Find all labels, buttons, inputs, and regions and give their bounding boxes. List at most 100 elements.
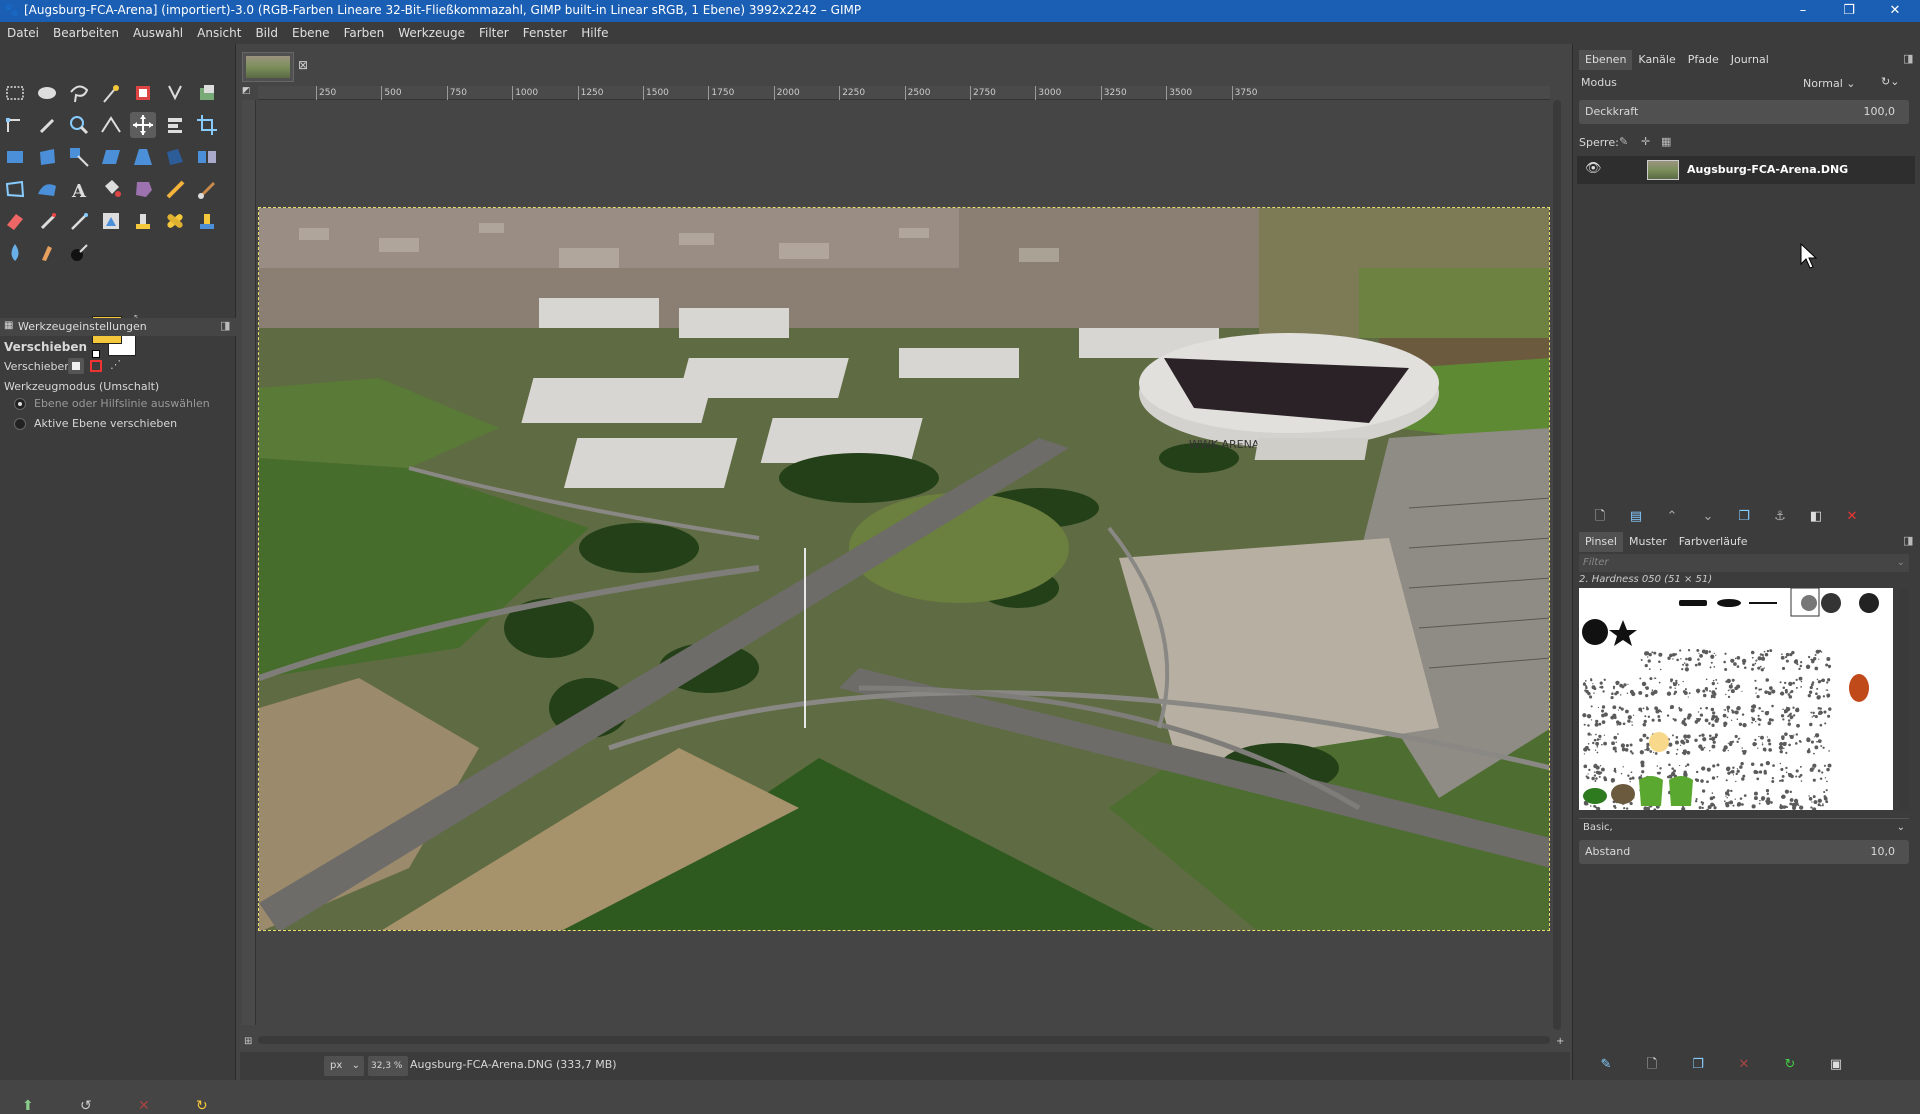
bucket-fill-icon[interactable] — [98, 176, 124, 202]
default-colors-icon[interactable] — [92, 350, 100, 358]
move-selection-toggle[interactable] — [88, 358, 104, 374]
panel-menu-icon[interactable]: ◨ — [1903, 534, 1913, 547]
brush-filter-input[interactable]: Filter ⌄ — [1579, 554, 1909, 572]
brush-preset-select[interactable]: Basic, ⌄ — [1579, 818, 1909, 836]
move-layer-toggle[interactable] — [68, 358, 84, 374]
pencil-icon[interactable] — [162, 176, 188, 202]
horizontal-scrollbar[interactable] — [258, 1036, 1550, 1044]
clone-icon[interactable] — [130, 208, 156, 234]
unified-transform-icon[interactable] — [2, 144, 28, 170]
vertical-scrollbar[interactable] — [1553, 100, 1561, 1030]
layer-row[interactable]: 👁 Augsburg-FCA-Arena.DNG — [1577, 156, 1915, 184]
3d-transform-icon[interactable] — [162, 144, 188, 170]
crop-icon[interactable] — [194, 112, 220, 138]
dodge-burn-icon[interactable] — [66, 240, 92, 266]
option2-radio[interactable] — [14, 418, 26, 430]
tool-options-tab[interactable]: Werkzeugeinstellungen — [0, 318, 236, 336]
cage-transform-icon[interactable] — [2, 176, 28, 202]
save-options-icon[interactable]: ⬆ — [22, 1098, 34, 1114]
option2-label[interactable]: Aktive Ebene verschieben — [34, 417, 177, 430]
new-layer-group-icon[interactable]: ▤ — [1625, 506, 1647, 528]
heal-icon[interactable] — [162, 208, 188, 234]
warp-transform-icon[interactable] — [34, 176, 60, 202]
close-button[interactable]: ✕ — [1872, 0, 1918, 22]
brush-as-image-icon[interactable]: ▣ — [1825, 1054, 1847, 1076]
blur-icon[interactable] — [2, 240, 28, 266]
lasso-icon[interactable] — [66, 80, 92, 106]
ink-icon[interactable] — [66, 208, 92, 234]
menu-hilfe[interactable]: Hilfe — [574, 22, 615, 44]
duplicate-layer-icon[interactable]: ❐ — [1733, 506, 1755, 528]
brush-grid-scrollbar[interactable] — [1899, 588, 1909, 810]
brush-grid[interactable] — [1579, 587, 1893, 812]
mypaint-brush-icon[interactable] — [98, 208, 124, 234]
tab-pinsel[interactable]: Pinsel — [1579, 532, 1623, 552]
color-picker-icon[interactable] — [34, 112, 60, 138]
zoom-corner-icon[interactable]: + — [1556, 1036, 1564, 1047]
move-path-toggle[interactable]: ⋰ — [110, 358, 126, 374]
panel-menu-icon[interactable]: ◨ — [220, 319, 230, 332]
new-layer-icon[interactable]: 🗋 — [1589, 506, 1611, 528]
perspective-clone-icon[interactable] — [194, 208, 220, 234]
align-icon[interactable] — [162, 112, 188, 138]
menu-fenster[interactable]: Fenster — [516, 22, 575, 44]
rect-select-icon[interactable] — [2, 80, 28, 106]
color-select-icon[interactable] — [130, 80, 156, 106]
edit-brush-icon[interactable]: ✎ — [1595, 1054, 1617, 1076]
scissors-icon[interactable] — [162, 80, 188, 106]
menu-filter[interactable]: Filter — [472, 22, 516, 44]
smudge-icon[interactable] — [34, 240, 60, 266]
close-image-tab-icon[interactable]: ⊠ — [298, 58, 308, 72]
tab-muster[interactable]: Muster — [1623, 532, 1673, 552]
scale-icon[interactable] — [66, 144, 92, 170]
unit-select[interactable]: px ⌄ — [324, 1056, 364, 1076]
image-tab-thumbnail[interactable] — [242, 52, 294, 82]
image-canvas[interactable]: WWK ARENA — [258, 207, 1550, 931]
zoom-icon[interactable] — [66, 112, 92, 138]
navigate-icon[interactable]: ⊞ — [244, 1036, 252, 1047]
mask-icon[interactable]: ◧ — [1805, 506, 1827, 528]
ellipse-select-icon[interactable] — [34, 80, 60, 106]
perspective-icon[interactable] — [130, 144, 156, 170]
refresh-brushes-icon[interactable]: ↻ — [1779, 1054, 1801, 1076]
gradient-icon[interactable] — [130, 176, 156, 202]
zoom-select[interactable]: 32,3 % — [368, 1056, 408, 1076]
lock-alpha-icon[interactable]: ▦ — [1661, 135, 1671, 148]
new-brush-icon[interactable]: 🗋 — [1641, 1054, 1663, 1076]
spacing-field[interactable]: Abstand 10,0 — [1579, 840, 1909, 864]
raise-layer-icon[interactable]: ⌃ — [1661, 506, 1683, 528]
menu-werkzeuge[interactable]: Werkzeuge — [391, 22, 472, 44]
maximize-button[interactable]: ❐ — [1826, 0, 1872, 22]
lock-position-icon[interactable]: ✛ — [1641, 135, 1650, 148]
eraser-icon[interactable] — [2, 208, 28, 234]
tab-pfade[interactable]: Pfade — [1682, 50, 1725, 70]
lower-layer-icon[interactable]: ⌄ — [1697, 506, 1719, 528]
layer-name[interactable]: Augsburg-FCA-Arena.DNG — [1687, 163, 1848, 176]
tab-journal[interactable]: Journal — [1725, 50, 1775, 70]
restore-options-icon[interactable]: ↺ — [80, 1098, 92, 1114]
foreground-select-icon[interactable] — [194, 80, 220, 106]
menu-bearbeiten[interactable]: Bearbeiten — [46, 22, 126, 44]
mode-select[interactable]: Normal ⌄ — [1803, 74, 1873, 94]
paths-icon[interactable] — [2, 112, 28, 138]
menu-farben[interactable]: Farben — [337, 22, 392, 44]
menu-bild[interactable]: Bild — [248, 22, 285, 44]
reset-options-icon[interactable]: ↻ — [196, 1098, 208, 1114]
lock-pixels-icon[interactable]: ✎ — [1619, 135, 1628, 148]
shear-icon[interactable] — [98, 144, 124, 170]
mode-reset-icon[interactable]: ↻⌄ — [1881, 75, 1899, 88]
quick-mask-icon[interactable]: ◩ — [242, 86, 256, 100]
chevron-down-icon[interactable]: ⌄ — [1897, 554, 1909, 572]
minimize-button[interactable]: – — [1780, 0, 1826, 22]
option1-label[interactable]: Ebene oder Hilfslinie auswählen — [34, 397, 210, 410]
tab-ebenen[interactable]: Ebenen — [1579, 50, 1633, 70]
fuzzy-select-icon[interactable] — [98, 80, 124, 106]
move-tool-icon[interactable] — [130, 112, 156, 138]
option1-radio[interactable] — [14, 398, 26, 410]
panel-menu-icon[interactable]: ◨ — [1903, 52, 1913, 65]
anchor-layer-icon[interactable]: ⚓ — [1769, 506, 1791, 528]
menu-auswahl[interactable]: Auswahl — [126, 22, 190, 44]
text-tool-icon[interactable]: A — [66, 176, 92, 202]
flip-icon[interactable] — [194, 144, 220, 170]
menu-ebene[interactable]: Ebene — [285, 22, 337, 44]
